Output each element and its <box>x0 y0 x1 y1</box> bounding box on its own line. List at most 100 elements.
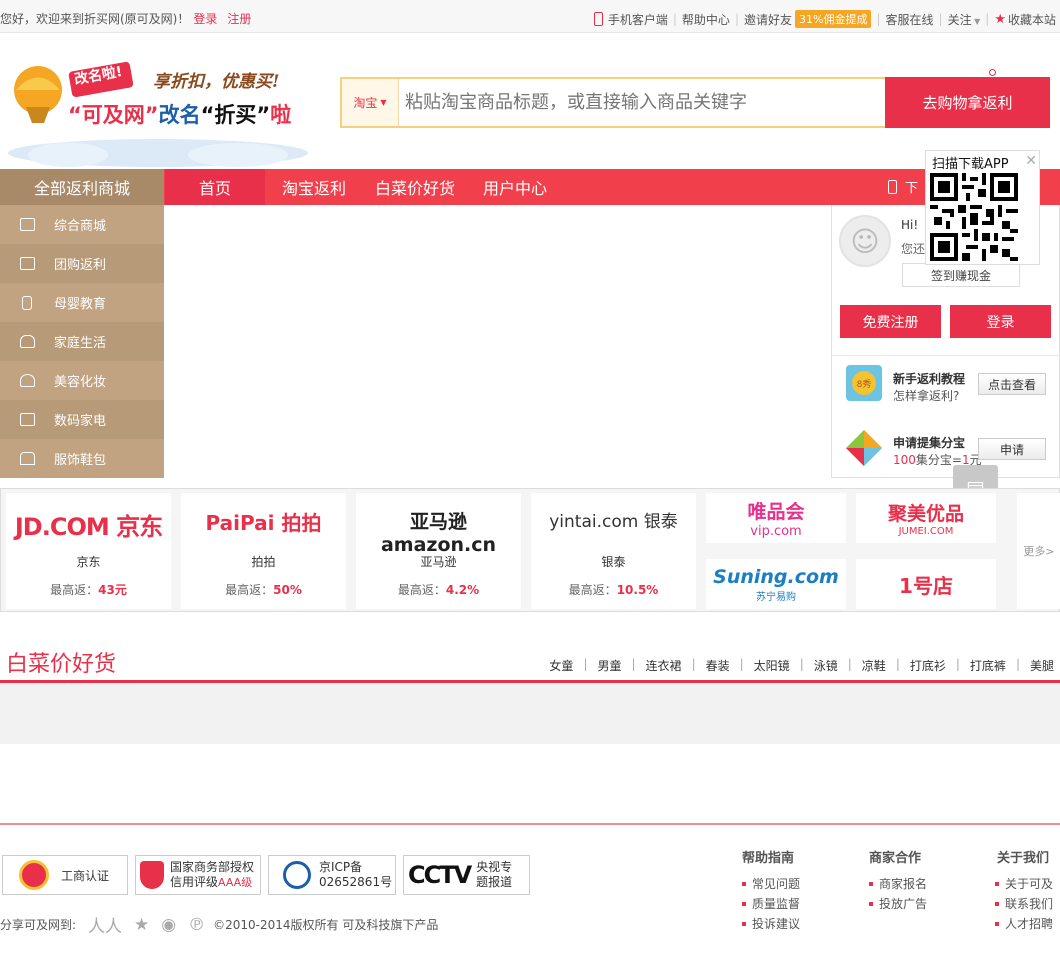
footer-link-complaint[interactable]: 投诉建议 <box>742 915 800 932</box>
apply-jifenbao-button[interactable]: 申请 <box>978 438 1046 460</box>
tab-sandals[interactable]: 凉鞋 <box>862 657 886 674</box>
mobile-client-link[interactable]: 手机客户端 <box>608 11 668 28</box>
rebate-label: 最高返： <box>225 583 274 597</box>
cosmetics-icon <box>19 374 35 387</box>
all-malls-menu[interactable]: 全部返利商城 <box>0 169 164 205</box>
commission-badge[interactable]: 31%佣金提成 <box>795 10 872 28</box>
footer-link-quality[interactable]: 质量监督 <box>742 895 800 912</box>
search-button[interactable]: 去购物拿返利 <box>885 77 1050 128</box>
tab-dress[interactable]: 连衣裙 <box>646 657 682 674</box>
close-icon[interactable]: ✕ <box>1025 153 1037 169</box>
badge-text: 央视专 题报道 <box>476 860 512 890</box>
site-logo[interactable]: 改名啦! 享折扣，优惠买! “可及网”改名“折买”啦 <box>8 55 308 167</box>
divider <box>832 355 1060 356</box>
merchant-max-rebate: 最高返：10.5% <box>531 581 696 598</box>
tutorial-icon-label: 8秀 <box>852 371 876 395</box>
main-nav: 全部返利商城 首页 淘宝返利 白菜价好货 用户中心 下例 <box>0 169 1060 205</box>
footer-divider <box>0 823 1060 825</box>
search-box: 淘宝▼ 去购物拿返利 <box>340 77 1050 128</box>
free-register-button[interactable]: 免费注册 <box>840 305 941 338</box>
merchant-card[interactable]: JD.COM 京东 京东 最高返：43元 <box>6 493 171 609</box>
emblem-icon <box>19 860 49 890</box>
badge-icp[interactable]: 京ICP备 02652861号 <box>268 855 396 895</box>
footer-link-faq[interactable]: 常见问题 <box>742 875 800 892</box>
merchant-yhd[interactable]: 1号店 <box>856 559 996 609</box>
login-link[interactable]: 登录 <box>193 12 217 26</box>
search-input[interactable] <box>399 79 885 126</box>
tutorial-title: 新手返利教程 <box>893 372 966 386</box>
category-label: 美容化妆 <box>54 375 107 390</box>
icp-icon <box>283 861 311 889</box>
pin-icon <box>989 69 996 76</box>
nav-taobao-rebate[interactable]: 淘宝返利 <box>282 169 346 205</box>
rebate-value: 50% <box>273 583 302 597</box>
follow-dropdown[interactable]: 关注 ▼ <box>948 11 981 28</box>
nav-cabbage-deals[interactable]: 白菜价好货 <box>375 169 455 205</box>
copyright: ©2010-2014版权所有 可及科技旗下产品 <box>213 918 439 932</box>
merchant-card[interactable]: yintai.com 银泰 银泰 最高返：10.5% <box>531 493 696 609</box>
weibo-icon[interactable]: ◉ <box>161 915 176 935</box>
tag-icon <box>19 257 35 270</box>
footer-link-contact[interactable]: 联系我们 <box>995 895 1053 912</box>
category-baby[interactable]: 母婴教育 <box>0 283 164 322</box>
tab-girls[interactable]: 女童 <box>549 657 573 674</box>
merchant-vip[interactable]: 唯品会 vip.com <box>706 493 846 543</box>
category-label: 综合商城 <box>54 219 107 234</box>
footer-link-merchant-signup[interactable]: 商家报名 <box>869 875 927 892</box>
category-home[interactable]: 家庭生活 <box>0 322 164 361</box>
category-beauty[interactable]: 美容化妆 <box>0 361 164 400</box>
tab-undershirt[interactable]: 打底衫 <box>910 657 946 674</box>
category-group-buy[interactable]: 团购返利 <box>0 244 164 283</box>
merchant-card[interactable]: PaiPai 拍拍 拍拍 最高返：50% <box>181 493 346 609</box>
footer-link-jobs[interactable]: 人才招聘 <box>995 915 1053 932</box>
view-tutorial-button[interactable]: 点击查看 <box>978 373 1046 395</box>
nav-home[interactable]: 首页 <box>165 169 265 205</box>
renren-icon[interactable]: 人人 <box>88 912 122 937</box>
nav-user-center[interactable]: 用户中心 <box>483 169 547 205</box>
merchant-logo: yintai.com 银泰 <box>549 512 678 532</box>
download-label: 下 <box>905 181 919 196</box>
tab-sunglasses[interactable]: 太阳镜 <box>754 657 790 674</box>
badge-business-license[interactable]: 工商认证 <box>2 855 128 895</box>
merchant-card[interactable]: 亚马逊 amazon.cn 亚马逊 最高返：4.2% <box>356 493 521 609</box>
chevron-down-icon: ▼ <box>380 98 387 107</box>
category-label: 服饰鞋包 <box>54 453 107 468</box>
register-link[interactable]: 注册 <box>227 12 251 26</box>
favorite-link[interactable]: 收藏本站 <box>1008 11 1056 28</box>
service-link[interactable]: 客服在线 <box>886 11 934 28</box>
tab-spring[interactable]: 春装 <box>706 657 730 674</box>
pot-icon <box>19 335 35 348</box>
invite-link[interactable]: 邀请好友 <box>744 11 792 28</box>
category-fashion[interactable]: 服饰鞋包 <box>0 439 164 478</box>
phone-icon <box>888 180 897 194</box>
yhd-logo: 1号店 <box>899 573 953 598</box>
help-center-link[interactable]: 帮助中心 <box>682 11 730 28</box>
badge-cctv[interactable]: CCTV 央视专 题报道 <box>403 855 530 895</box>
cctv-logo: CCTV <box>408 861 472 889</box>
tab-goggles[interactable]: 泳镜 <box>814 657 838 674</box>
search-scope-select[interactable]: 淘宝 ▼ <box>342 79 399 126</box>
tencent-weibo-icon[interactable]: ℗ <box>188 915 205 935</box>
merchant-jumei[interactable]: 聚美优品 JUMEI.COM <box>856 493 996 543</box>
follow-label: 关注 <box>947 12 972 27</box>
category-mall[interactable]: 综合商城 <box>0 205 164 244</box>
tab-boys[interactable]: 男童 <box>597 657 621 674</box>
qzone-icon[interactable]: ★ <box>134 915 149 935</box>
rebate-value: 4.2% <box>445 583 480 597</box>
signin-cash-button[interactable]: 签到赚现金 <box>902 263 1020 287</box>
badge-credit-rating[interactable]: 国家商务部授权 信用评级AAA级 <box>135 855 261 895</box>
tab-legs[interactable]: 美腿 <box>1030 657 1054 674</box>
tab-leggings[interactable]: 打底裤 <box>970 657 1006 674</box>
category-digital[interactable]: 数码家电 <box>0 400 164 439</box>
merchant-name: 拍拍 <box>251 555 276 569</box>
merchant-suning[interactable]: Suning.com 苏宁易购 <box>706 559 846 609</box>
footer-link-advertise[interactable]: 投放广告 <box>869 895 927 912</box>
badge-label: 工商认证 <box>61 868 110 883</box>
more-merchants-link[interactable]: 更多> <box>1017 493 1060 609</box>
badge-line2: 信用评级 <box>170 875 219 889</box>
footer-link-about[interactable]: 关于可及 <box>995 875 1053 892</box>
share-row: 分享可及网到: 人人 ★ ◉ ℗ ©2010-2014版权所有 可及科技旗下产品 <box>0 912 439 938</box>
login-button[interactable]: 登录 <box>950 305 1051 338</box>
logo-title-verb: 改名 <box>158 103 201 127</box>
category-label: 家庭生活 <box>54 336 107 351</box>
